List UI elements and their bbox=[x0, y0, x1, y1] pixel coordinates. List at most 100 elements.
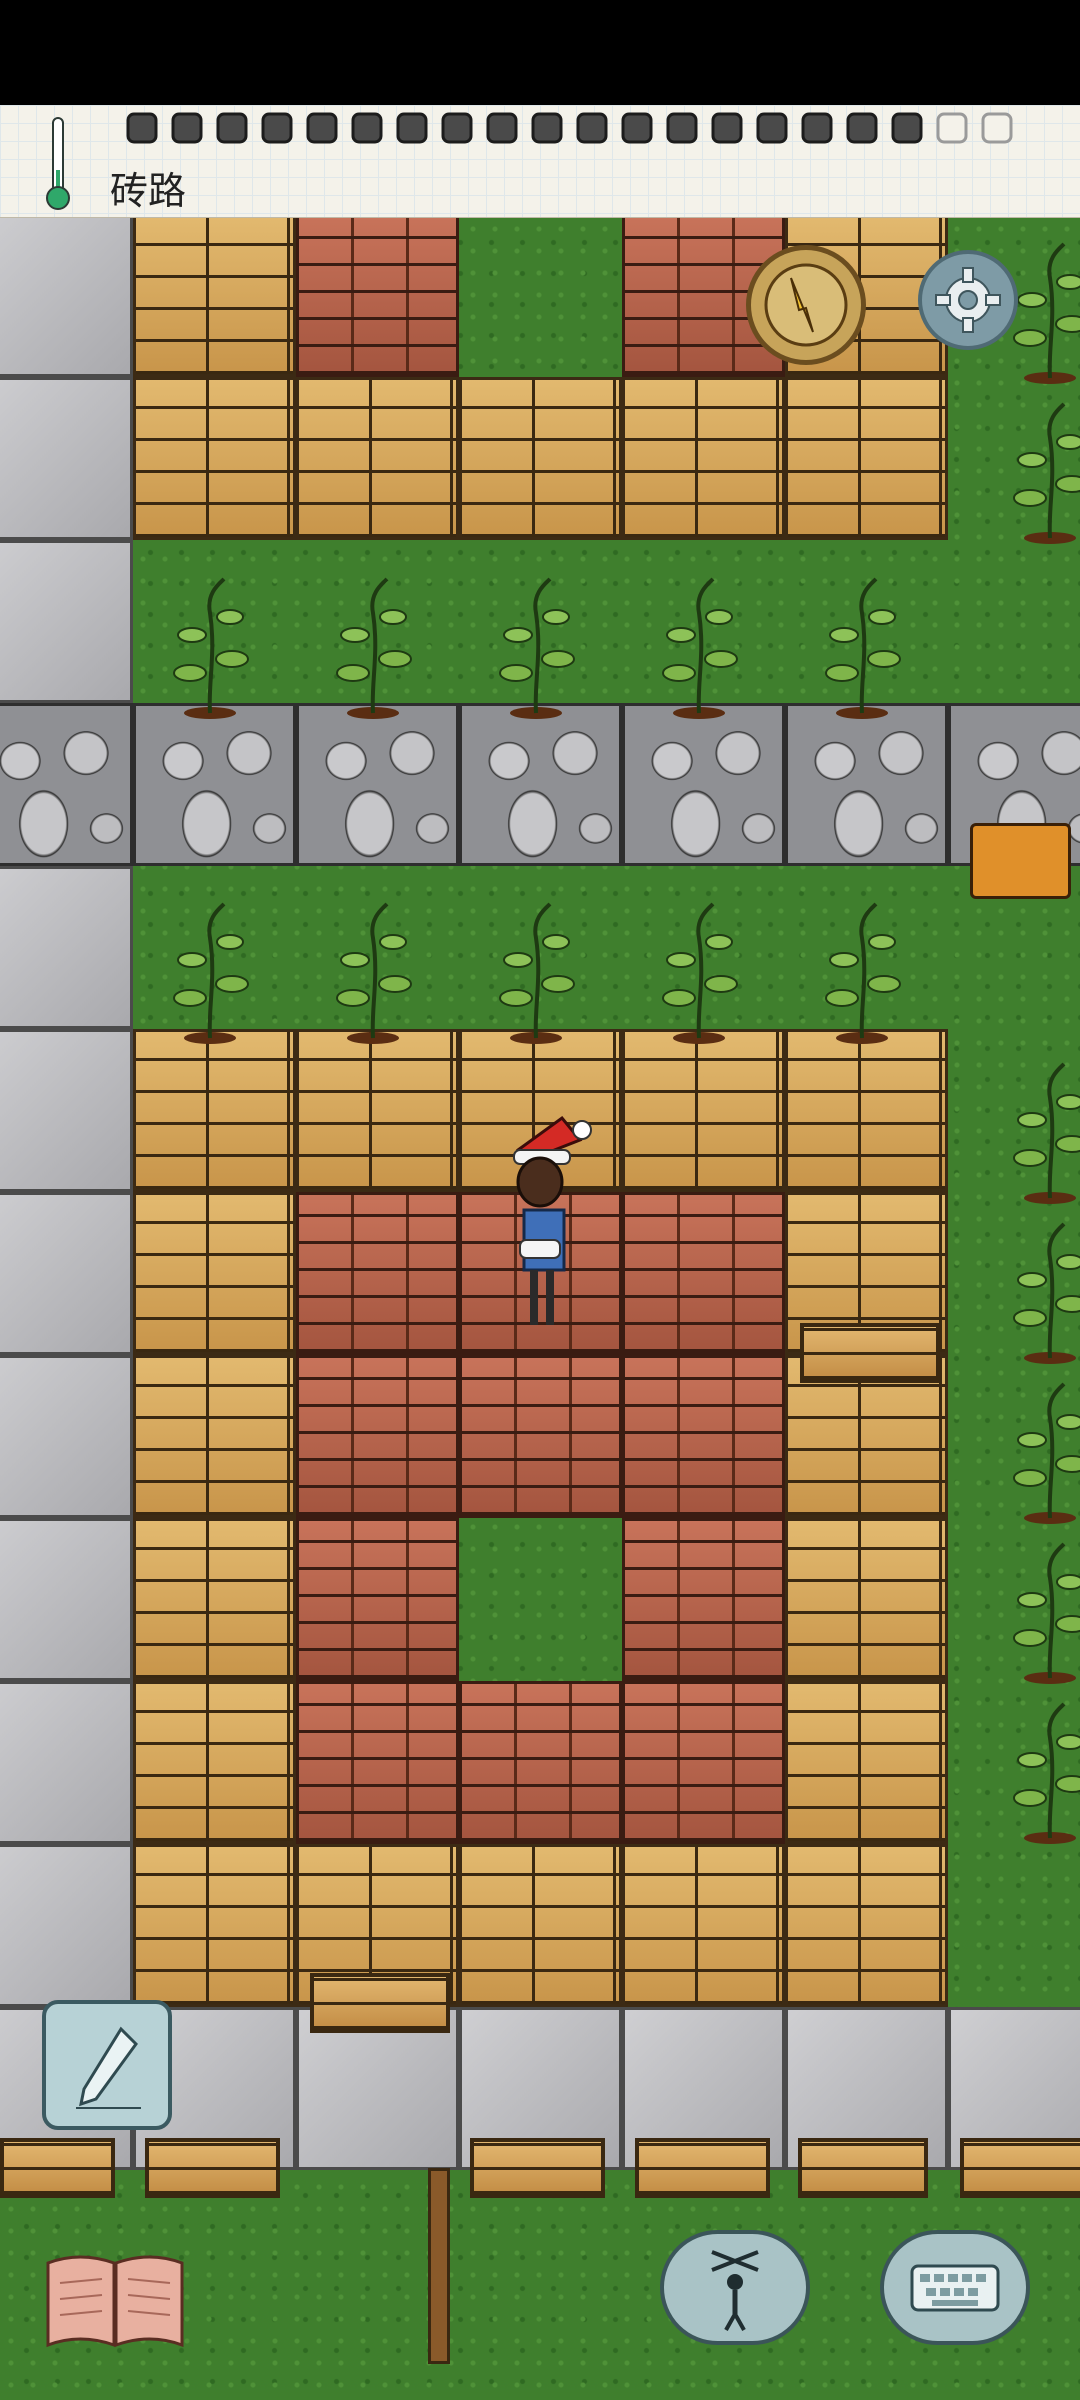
wood-floor-tile[interactable] bbox=[133, 1518, 296, 1681]
edit-button[interactable] bbox=[42, 2000, 172, 2130]
thermometer-icon bbox=[46, 117, 70, 210]
sapling-plant[interactable] bbox=[990, 1538, 1080, 1688]
hunger-pip bbox=[846, 112, 878, 144]
brick-floor-tile[interactable] bbox=[622, 1518, 785, 1681]
pencil-icon bbox=[76, 2026, 141, 2109]
wood-floor-tile[interactable] bbox=[785, 377, 948, 540]
stone-floor-tile[interactable] bbox=[0, 218, 133, 377]
sapling-plant[interactable] bbox=[150, 573, 270, 723]
cobble-floor-tile[interactable] bbox=[0, 703, 133, 866]
cobble-floor-tile[interactable] bbox=[296, 703, 459, 866]
keyboard-button[interactable] bbox=[880, 2230, 1035, 2360]
hunger-pip bbox=[666, 112, 698, 144]
hunger-pip bbox=[891, 112, 923, 144]
wood-floor-tile[interactable] bbox=[785, 1681, 948, 1844]
wood-floor-tile[interactable] bbox=[622, 377, 785, 540]
hunger-pip bbox=[756, 112, 788, 144]
wood-floor-tile[interactable] bbox=[622, 1844, 785, 2007]
sapling-plant[interactable] bbox=[639, 573, 759, 723]
wooden-crate[interactable] bbox=[145, 2138, 280, 2198]
hunger-pip bbox=[711, 112, 743, 144]
gear-icon bbox=[935, 267, 1001, 333]
stone-floor-tile[interactable] bbox=[0, 1029, 133, 1192]
wooden-crate[interactable] bbox=[635, 2138, 770, 2198]
hunger-pip bbox=[216, 112, 248, 144]
sapling-plant[interactable] bbox=[476, 898, 596, 1048]
stone-floor-tile[interactable] bbox=[0, 540, 133, 703]
sapling-plant[interactable] bbox=[990, 1058, 1080, 1208]
wooden-crate[interactable] bbox=[310, 1973, 450, 2033]
stone-floor-tile[interactable] bbox=[0, 1355, 133, 1518]
stone-floor-tile[interactable] bbox=[0, 1518, 133, 1681]
brick-floor-tile[interactable] bbox=[622, 1192, 785, 1355]
fence-post[interactable] bbox=[428, 2168, 450, 2364]
sapling-plant[interactable] bbox=[476, 573, 596, 723]
wood-floor-tile[interactable] bbox=[133, 1681, 296, 1844]
system-status-bar bbox=[0, 0, 1080, 105]
cobble-floor-tile[interactable] bbox=[785, 703, 948, 866]
sapling-plant[interactable] bbox=[990, 1218, 1080, 1368]
cobble-floor-tile[interactable] bbox=[133, 703, 296, 866]
wood-floor-tile[interactable] bbox=[296, 377, 459, 540]
journal-button[interactable] bbox=[40, 2245, 190, 2355]
brick-floor-tile[interactable] bbox=[296, 1518, 459, 1681]
brick-floor-tile[interactable] bbox=[622, 1681, 785, 1844]
stone-floor-tile[interactable] bbox=[0, 377, 133, 540]
sapling-plant[interactable] bbox=[990, 1698, 1080, 1848]
wood-floor-tile[interactable] bbox=[133, 218, 296, 377]
sapling-plant[interactable] bbox=[802, 573, 922, 723]
wood-floor-tile[interactable] bbox=[133, 1029, 296, 1192]
brick-floor-tile[interactable] bbox=[296, 218, 459, 377]
compass-button[interactable] bbox=[746, 245, 866, 365]
basket-item[interactable] bbox=[970, 823, 1071, 899]
wood-floor-tile[interactable] bbox=[785, 1518, 948, 1681]
puppet-icon bbox=[711, 2250, 759, 2331]
stone-floor-tile[interactable] bbox=[0, 1192, 133, 1355]
wooden-crate[interactable] bbox=[798, 2138, 928, 2198]
wooden-crate[interactable] bbox=[800, 1323, 940, 1383]
brick-floor-tile[interactable] bbox=[296, 1192, 459, 1355]
compass-icon bbox=[764, 263, 848, 347]
hunger-pip bbox=[936, 112, 968, 144]
wood-floor-tile[interactable] bbox=[133, 1355, 296, 1518]
hunger-pip bbox=[171, 112, 203, 144]
wood-floor-tile[interactable] bbox=[622, 1029, 785, 1192]
brick-floor-tile[interactable] bbox=[296, 1681, 459, 1844]
cobble-floor-tile[interactable] bbox=[622, 703, 785, 866]
hunger-pip bbox=[261, 112, 293, 144]
brick-floor-tile[interactable] bbox=[296, 1355, 459, 1518]
wood-floor-tile[interactable] bbox=[296, 1029, 459, 1192]
settings-button[interactable] bbox=[918, 250, 1018, 350]
brick-floor-tile[interactable] bbox=[459, 1355, 622, 1518]
wood-floor-tile[interactable] bbox=[785, 1844, 948, 2007]
stone-floor-tile[interactable] bbox=[0, 1681, 133, 1844]
sapling-plant[interactable] bbox=[990, 398, 1080, 548]
sapling-plant[interactable] bbox=[313, 898, 433, 1048]
sapling-plant[interactable] bbox=[990, 1378, 1080, 1528]
stone-floor-tile[interactable] bbox=[0, 866, 133, 1029]
hunger-pip bbox=[801, 112, 833, 144]
sapling-plant[interactable] bbox=[313, 573, 433, 723]
player-character[interactable] bbox=[500, 1100, 600, 1340]
brick-floor-tile[interactable] bbox=[459, 1681, 622, 1844]
wood-floor-tile[interactable] bbox=[459, 1844, 622, 2007]
wood-floor-tile[interactable] bbox=[459, 377, 622, 540]
emote-button[interactable] bbox=[660, 2230, 815, 2360]
wood-floor-tile[interactable] bbox=[133, 1844, 296, 2007]
cobble-floor-tile[interactable] bbox=[459, 703, 622, 866]
wooden-crate[interactable] bbox=[470, 2138, 605, 2198]
wood-floor-tile[interactable] bbox=[133, 1192, 296, 1355]
sapling-plant[interactable] bbox=[639, 898, 759, 1048]
player-sprite bbox=[513, 1115, 592, 1325]
wooden-crate[interactable] bbox=[0, 2138, 115, 2198]
sapling-plant[interactable] bbox=[802, 898, 922, 1048]
stone-floor-tile[interactable] bbox=[0, 1844, 133, 2007]
wood-floor-tile[interactable] bbox=[133, 377, 296, 540]
sapling-plant[interactable] bbox=[150, 898, 270, 1048]
wood-floor-tile[interactable] bbox=[785, 1029, 948, 1192]
hunger-pip bbox=[126, 112, 158, 144]
brick-floor-tile[interactable] bbox=[622, 1355, 785, 1518]
wooden-crate[interactable] bbox=[960, 2138, 1080, 2198]
book-icon bbox=[46, 2255, 184, 2348]
hunger-meter bbox=[126, 112, 1013, 144]
